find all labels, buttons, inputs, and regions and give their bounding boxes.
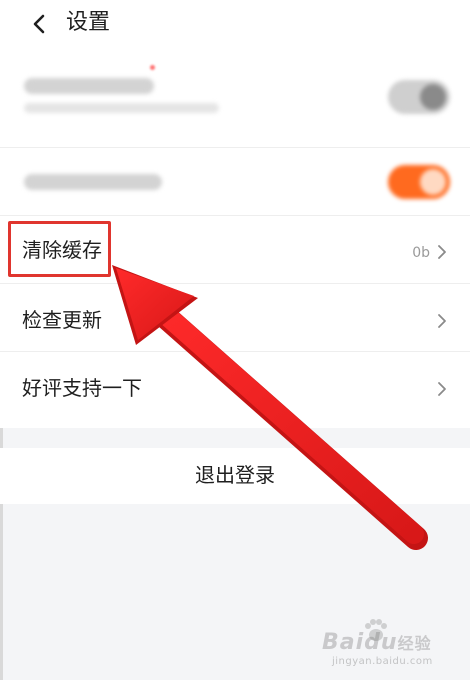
logout-button[interactable]: 退出登录 bbox=[0, 448, 470, 504]
watermark-brand: Baidu经验 bbox=[322, 630, 432, 655]
blurred-setting-row-1[interactable] bbox=[0, 48, 470, 148]
page-title: 设置 bbox=[66, 10, 111, 35]
blurred-subtitle bbox=[24, 103, 219, 113]
check-update-label: 检查更新 bbox=[22, 308, 102, 332]
chevron-right-icon bbox=[438, 314, 446, 328]
blurred-setting-row-2[interactable] bbox=[0, 148, 470, 216]
toggle-knob bbox=[420, 169, 446, 195]
watermark-url: jingyan.baidu.com bbox=[332, 656, 433, 667]
rate-app-label: 好评支持一下 bbox=[22, 376, 142, 400]
watermark-brand-name: Baidu bbox=[322, 630, 398, 655]
notification-dot bbox=[150, 65, 155, 70]
chevron-right-icon bbox=[438, 382, 446, 396]
logout-label: 退出登录 bbox=[195, 463, 275, 487]
back-button[interactable] bbox=[24, 9, 54, 39]
toggle-switch-off[interactable] bbox=[388, 80, 450, 114]
baidu-jingyan-watermark: Baidu经验 jingyan.baidu.com bbox=[322, 614, 452, 670]
top-bar: 设置 bbox=[0, 0, 470, 48]
cache-size-value: 0b bbox=[412, 245, 430, 261]
toggle-knob bbox=[420, 84, 446, 110]
annotation-highlight-box bbox=[8, 221, 111, 277]
settings-page: 设置 清除缓存 0b 检查更新 好评支持一下 退出登录 Baidu经验 jing… bbox=[0, 0, 470, 680]
chevron-right-icon bbox=[438, 245, 446, 259]
blurred-title bbox=[24, 174, 162, 190]
rate-app-row[interactable]: 好评支持一下 bbox=[0, 352, 470, 420]
chevron-left-icon bbox=[33, 14, 45, 34]
toggle-switch-on[interactable] bbox=[388, 165, 450, 199]
blurred-title bbox=[24, 78, 154, 94]
check-update-row[interactable]: 检查更新 bbox=[0, 284, 470, 352]
watermark-brand-suffix: 经验 bbox=[397, 634, 432, 653]
